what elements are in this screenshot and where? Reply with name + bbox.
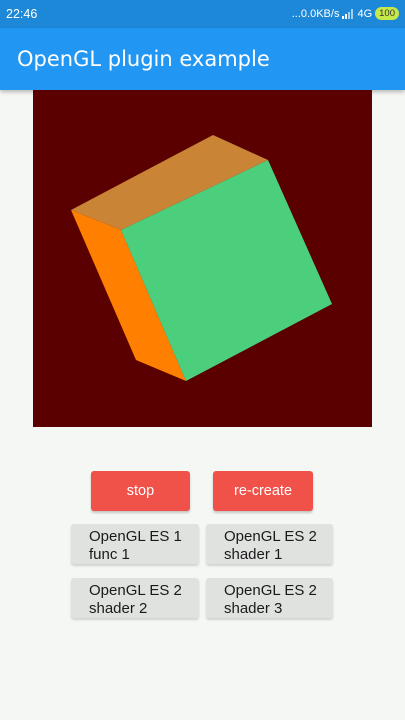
button-label-line1: OpenGL ES 2 <box>224 528 317 545</box>
button-label-line1: OpenGL ES 2 <box>224 582 317 599</box>
network-speed: ...0.0KB/s <box>291 7 340 20</box>
button-label-line2: shader 2 <box>89 600 148 617</box>
button-label-line2: func 1 <box>89 546 130 563</box>
stop-button[interactable]: stop <box>91 471 190 511</box>
example-es2-shader1-button[interactable]: OpenGL ES 2 shader 1 <box>206 524 333 564</box>
app-title: OpenGL plugin example <box>17 47 270 71</box>
example-es2-shader3-button[interactable]: OpenGL ES 2 shader 3 <box>206 578 333 618</box>
example-es1-func1-button[interactable]: OpenGL ES 1 func 1 <box>71 524 199 564</box>
rotating-cube <box>71 135 332 381</box>
network-type: 4G <box>357 7 373 20</box>
signal-bars-icon <box>342 8 354 19</box>
button-label-line1: OpenGL ES 2 <box>89 582 182 599</box>
example-es2-shader2-button[interactable]: OpenGL ES 2 shader 2 <box>71 578 199 618</box>
status-time: 22:46 <box>6 7 38 21</box>
status-indicators: ...0.0KB/s 4G 100 <box>292 7 399 20</box>
battery-icon: 100 <box>375 7 399 20</box>
recreate-button[interactable]: re-create <box>213 471 313 511</box>
opengl-view[interactable] <box>33 90 372 427</box>
button-label-line2: shader 3 <box>224 600 283 617</box>
status-bar: 22:46 ...0.0KB/s 4G 100 <box>0 0 405 28</box>
button-label-line1: OpenGL ES 1 <box>89 528 182 545</box>
button-label-line2: shader 1 <box>224 546 283 563</box>
app-bar: OpenGL plugin example <box>0 28 405 90</box>
